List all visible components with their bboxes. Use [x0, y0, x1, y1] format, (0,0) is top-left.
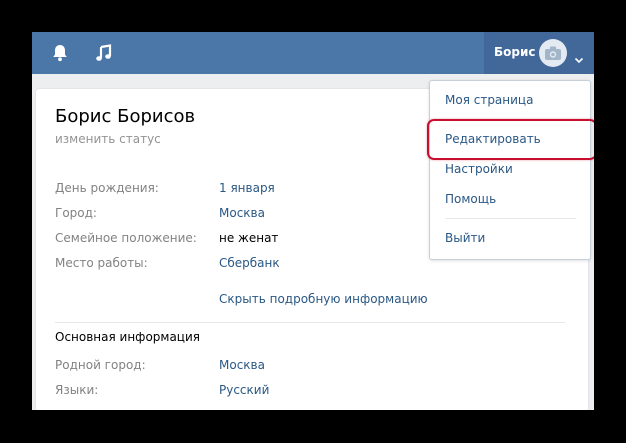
relationship-value: не женат [219, 231, 279, 245]
birthday-value[interactable]: 1 января [219, 181, 275, 195]
workplace-value[interactable]: Сбербанк [219, 256, 280, 270]
music-icon[interactable] [94, 43, 114, 63]
menu-divider [445, 218, 576, 219]
profile-name: Борис Борисов [55, 106, 196, 127]
user-menu-toggle[interactable]: Борис [484, 32, 594, 74]
city-value[interactable]: Москва [219, 206, 265, 220]
birthday-label: День рождения: [55, 181, 159, 195]
hometown-label: Родной город: [55, 358, 146, 372]
user-dropdown-menu: Моя страница Редактировать Настройки Пом… [429, 80, 591, 260]
menu-item-logout[interactable]: Выйти [445, 231, 485, 245]
edit-status-link[interactable]: изменить статус [55, 132, 161, 146]
relationship-label: Семейное положение: [55, 231, 197, 245]
menu-item-my-page[interactable]: Моя страница [445, 93, 533, 107]
camera-icon [545, 46, 561, 60]
section-divider [55, 322, 565, 323]
browser-viewport: Борис Борис Борисов изменить статус День… [32, 32, 594, 410]
hometown-value[interactable]: Москва [219, 358, 265, 372]
section-title: Основная информация [55, 330, 200, 344]
hide-details-link[interactable]: Скрыть подробную информацию [219, 292, 428, 306]
menu-item-settings[interactable]: Настройки [445, 162, 513, 176]
city-label: Город: [55, 206, 97, 220]
chevron-down-icon [574, 49, 584, 68]
avatar [539, 39, 567, 67]
top-navigation-bar: Борис [32, 32, 594, 74]
languages-label: Языки: [55, 383, 99, 397]
header-user-name: Борис [494, 45, 536, 59]
highlight-annotation [427, 119, 594, 160]
menu-item-help[interactable]: Помощь [445, 192, 496, 206]
languages-value[interactable]: Русский [219, 383, 269, 397]
workplace-label: Место работы: [55, 256, 148, 270]
bell-icon[interactable] [50, 43, 70, 63]
